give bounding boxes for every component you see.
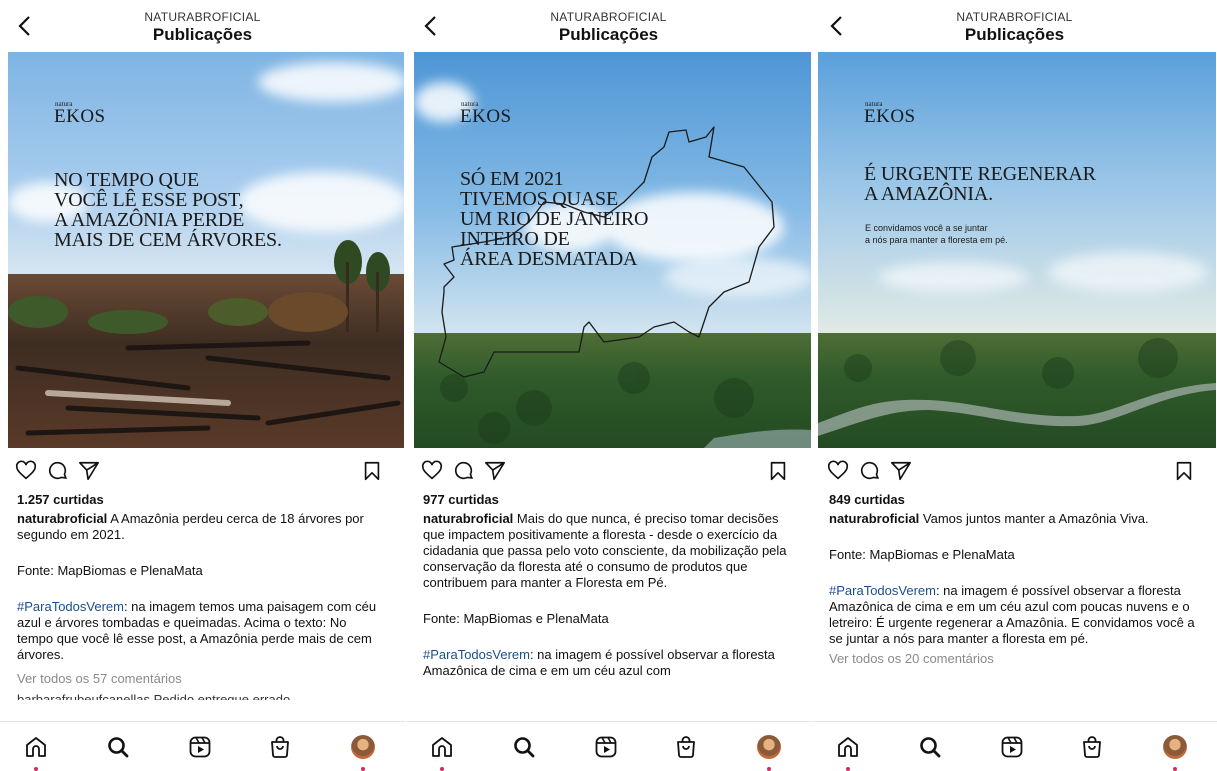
nav-notification-dot (361, 767, 365, 771)
caption: naturabroficial Mais do que nunca, é pre… (406, 511, 811, 591)
caption-username[interactable]: naturabroficial (829, 511, 919, 526)
post-headline: SÓ EM 2021 TIVEMOS QUASE UM RIO DE JANEI… (460, 168, 649, 270)
profile-avatar[interactable] (351, 735, 375, 759)
post-subline: E convidamos você a se juntar a nós para… (865, 223, 1008, 245)
account-name: NATURABROFICIAL (550, 10, 667, 24)
home-icon[interactable] (24, 735, 48, 759)
likes-count[interactable]: 977 curtidas (406, 492, 811, 507)
nav-notification-dot (440, 767, 444, 771)
brand-logo-text: EKOS (864, 106, 916, 127)
post-image[interactable]: natura EKOS NO TEMPO QUE VOCÊ LÊ ESSE PO… (8, 52, 404, 448)
shop-icon[interactable] (1080, 735, 1104, 759)
caption-source: Fonte: MapBiomas e PlenaMata (829, 547, 1015, 562)
view-comments-link[interactable]: Ver todos os 20 comentários (812, 651, 1217, 666)
send-icon[interactable] (484, 460, 506, 482)
nav-notification-dot (1173, 767, 1177, 771)
post-panel-1: NATURABROFICIAL Publicações natura EKOS … (0, 0, 405, 771)
likes-count[interactable]: 849 curtidas (812, 492, 1217, 507)
caption-alt: #ParaTodosVerem: na imagem é possível ob… (812, 583, 1217, 647)
hashtag-link[interactable]: #ParaTodosVerem (829, 583, 936, 598)
brand-logo-text: EKOS (54, 106, 106, 127)
likes-count[interactable]: 1.257 curtidas (0, 492, 405, 507)
heart-icon[interactable] (15, 460, 37, 482)
reels-icon[interactable] (188, 735, 212, 759)
caption-username[interactable]: naturabroficial (423, 511, 513, 526)
reels-icon[interactable] (1000, 735, 1024, 759)
page-title: Publicações (558, 25, 659, 44)
header: NATURABROFICIAL Publicações (0, 0, 405, 52)
caption-source: Fonte: MapBiomas e PlenaMata (423, 611, 609, 626)
post-actions (812, 448, 1217, 490)
account-name: NATURABROFICIAL (144, 10, 261, 24)
bookmark-icon[interactable] (1173, 460, 1195, 482)
comment-bubble-icon[interactable] (453, 460, 475, 482)
header: NATURABROFICIAL Publicações (406, 0, 811, 52)
nav-notification-dot (34, 767, 38, 771)
caption-alt: #ParaTodosVerem: na imagem temos uma pai… (0, 599, 405, 663)
caption-source: Fonte: MapBiomas e PlenaMata (17, 563, 203, 578)
shop-icon[interactable] (674, 735, 698, 759)
post-image[interactable]: natura EKOS SÓ EM 2021 TIVEMOS QUASE UM … (414, 52, 811, 448)
post-actions (0, 448, 405, 490)
caption-alt: #ParaTodosVerem: na imagem é possível ob… (406, 647, 811, 679)
post-panel-3: NATURABROFICIAL Publicações natura EKOS … (812, 0, 1217, 771)
profile-avatar[interactable] (1163, 735, 1187, 759)
comment-bubble-icon[interactable] (47, 460, 69, 482)
shop-icon[interactable] (268, 735, 292, 759)
bookmark-icon[interactable] (767, 460, 789, 482)
comment-bubble-icon[interactable] (859, 460, 881, 482)
caption: naturabroficial Vamos juntos manter a Am… (812, 511, 1217, 527)
comment-preview: barbarafrubeufcanellas Pedido entregue e… (17, 692, 291, 700)
post-panel-2: NATURABROFICIAL Publicações natura EKOS … (406, 0, 811, 771)
page-title: Publicações (152, 25, 253, 44)
heart-icon[interactable] (421, 460, 443, 482)
bottom-nav (406, 721, 811, 771)
caption-username[interactable]: naturabroficial (17, 511, 107, 526)
bottom-nav (0, 721, 405, 771)
search-icon[interactable] (106, 735, 130, 759)
reels-icon[interactable] (594, 735, 618, 759)
nav-notification-dot (767, 767, 771, 771)
send-icon[interactable] (890, 460, 912, 482)
home-icon[interactable] (836, 735, 860, 759)
bookmark-icon[interactable] (361, 460, 383, 482)
search-icon[interactable] (918, 735, 942, 759)
post-headline: NO TEMPO QUE VOCÊ LÊ ESSE POST, A AMAZÔN… (54, 169, 282, 251)
caption: naturabroficial A Amazônia perdeu cerca … (0, 511, 405, 543)
send-icon[interactable] (78, 460, 100, 482)
hashtag-link[interactable]: #ParaTodosVerem (423, 647, 530, 662)
bottom-nav (812, 721, 1217, 771)
post-image[interactable]: natura EKOS É URGENTE REGENERAR A AMAZÔN… (818, 52, 1216, 448)
search-icon[interactable] (512, 735, 536, 759)
brand-logo-text: EKOS (460, 106, 512, 127)
hashtag-link[interactable]: #ParaTodosVerem (17, 599, 124, 614)
header: NATURABROFICIAL Publicações (812, 0, 1217, 52)
profile-avatar[interactable] (757, 735, 781, 759)
home-icon[interactable] (430, 735, 454, 759)
post-actions (406, 448, 811, 490)
nav-notification-dot (846, 767, 850, 771)
caption-text: Vamos juntos manter a Amazônia Viva. (922, 511, 1149, 526)
page-title: Publicações (964, 25, 1065, 44)
post-headline: É URGENTE REGENERAR A AMAZÔNIA. (864, 163, 1096, 205)
account-name: NATURABROFICIAL (956, 10, 1073, 24)
view-comments-link[interactable]: Ver todos os 57 comentários (0, 671, 405, 686)
heart-icon[interactable] (827, 460, 849, 482)
